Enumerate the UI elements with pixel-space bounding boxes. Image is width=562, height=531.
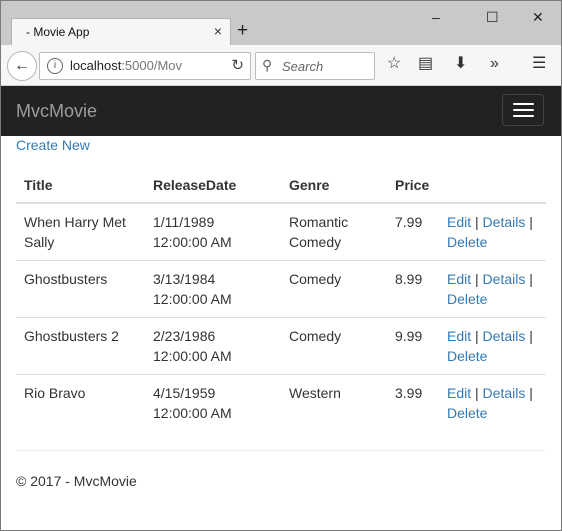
maximize-button[interactable]: ☐ [486,9,499,26]
separator: | [475,214,479,230]
star-icon[interactable]: ☆ [387,55,401,73]
tab-movie-app[interactable]: - Movie App × [11,18,231,46]
separator: | [475,328,479,344]
delete-link[interactable]: Delete [447,405,487,421]
price-cell: 7.99 [387,202,439,261]
movies-table: Title ReleaseDate Genre Price When Harry… [16,170,546,431]
create-new-link[interactable]: Create New [16,137,90,153]
price-cell: 9.99 [387,317,439,375]
footer-text: © 2017 - MvcMovie [16,473,137,489]
separator: | [529,385,533,401]
separator: | [529,328,533,344]
actions-cell: Edit | Details | Delete [439,202,546,261]
actions-cell: Edit | Details | Delete [439,374,546,431]
tab-strip: - Movie App × + – ☐ ✕ [1,1,561,46]
brand-link[interactable]: MvcMovie [16,101,97,122]
browser-toolbar: ← i localhost:5000/Mov ↻ ⚲ ☆ ▤ ⬇ » ☰ [1,45,561,86]
details-link[interactable]: Details [483,271,526,287]
details-link[interactable]: Details [483,385,526,401]
date-text: 4/15/1959 [153,385,216,401]
table-header-row: Title ReleaseDate Genre Price [16,170,546,204]
title-cell: Rio Bravo [16,374,145,431]
date-text: 3/13/1984 [153,271,216,287]
column-header: ReleaseDate [145,170,281,204]
app-navbar: MvcMovie [1,86,561,136]
page-content: MvcMovie Create New Title ReleaseDate Ge… [1,86,561,530]
column-header: Title [16,170,145,204]
release-date-cell: 2/23/1986 12:00:00 AM [145,317,281,375]
tab-title: - Movie App [26,25,90,39]
edit-link[interactable]: Edit [447,214,471,230]
search-bar[interactable]: ⚲ [255,52,375,80]
details-link[interactable]: Details [483,328,526,344]
browser-window: - Movie App × + – ☐ ✕ ← i localhost:5000… [0,0,562,531]
hamburger-line [513,109,534,111]
navbar-toggle-button[interactable] [502,94,544,126]
address-bar[interactable]: i localhost:5000/Mov ↻ [39,52,251,80]
menu-icon[interactable]: ☰ [532,55,546,73]
hamburger-line [513,103,534,105]
new-tab-button[interactable]: + [237,21,248,41]
details-link[interactable]: Details [483,214,526,230]
minimize-button[interactable]: – [432,9,440,25]
release-date-cell: 4/15/1959 12:00:00 AM [145,374,281,431]
actions-cell: Edit | Details | Delete [439,260,546,318]
edit-link[interactable]: Edit [447,271,471,287]
table-row: Ghostbusters 2 2/23/1986 12:00:00 AM Come… [16,317,546,375]
edit-link[interactable]: Edit [447,385,471,401]
date-text: 2/23/1986 [153,328,216,344]
time-text: 12:00:00 AM [153,291,232,307]
genre-cell: Romantic Comedy [281,202,387,261]
url-host: localhost [70,58,122,73]
actions-cell: Edit | Details | Delete [439,317,546,375]
url-text[interactable]: localhost:5000/Mov [70,58,215,73]
time-text: 12:00:00 AM [153,405,232,421]
price-cell: 8.99 [387,260,439,318]
time-text: 12:00:00 AM [153,234,232,250]
time-text: 12:00:00 AM [153,348,232,364]
separator: | [475,385,479,401]
delete-link[interactable]: Delete [447,348,487,364]
delete-link[interactable]: Delete [447,291,487,307]
overflow-icon[interactable]: » [490,55,499,73]
reader-icon[interactable]: ▤ [418,55,433,73]
genre-cell: Comedy [281,260,387,318]
tab-close-icon[interactable]: × [214,23,222,39]
back-arrow-icon: ← [14,57,30,74]
close-window-button[interactable]: ✕ [532,9,544,26]
column-header: Price [387,170,439,204]
search-input[interactable] [280,56,372,76]
back-button[interactable]: ← [7,51,37,81]
date-text: 1/11/1989 [153,214,215,230]
column-header: Genre [281,170,387,204]
release-date-cell: 3/13/1984 12:00:00 AM [145,260,281,318]
release-date-cell: 1/11/1989 12:00:00 AM [145,202,281,261]
hamburger-line [513,115,534,117]
column-header-actions [439,170,546,204]
title-cell: When Harry Met Sally [16,202,145,261]
title-cell: Ghostbusters [16,260,145,318]
reload-icon[interactable]: ↻ [231,56,244,74]
info-icon[interactable]: i [47,58,63,74]
table-row: Ghostbusters 3/13/1984 12:00:00 AM Comedy… [16,260,546,318]
search-icon: ⚲ [262,57,273,73]
price-cell: 3.99 [387,374,439,431]
title-cell: Ghostbusters 2 [16,317,145,375]
table-row: Rio Bravo 4/15/1959 12:00:00 AM Western 3… [16,374,546,431]
genre-cell: Western [281,374,387,431]
separator: | [529,214,533,230]
separator: | [475,271,479,287]
edit-link[interactable]: Edit [447,328,471,344]
divider [16,450,546,451]
download-icon[interactable]: ⬇ [454,55,467,73]
url-path: :5000/Mov [121,58,183,73]
delete-link[interactable]: Delete [447,234,487,250]
separator: | [529,271,533,287]
genre-cell: Comedy [281,317,387,375]
table-row: When Harry Met Sally 1/11/1989 12:00:00 A… [16,202,546,261]
